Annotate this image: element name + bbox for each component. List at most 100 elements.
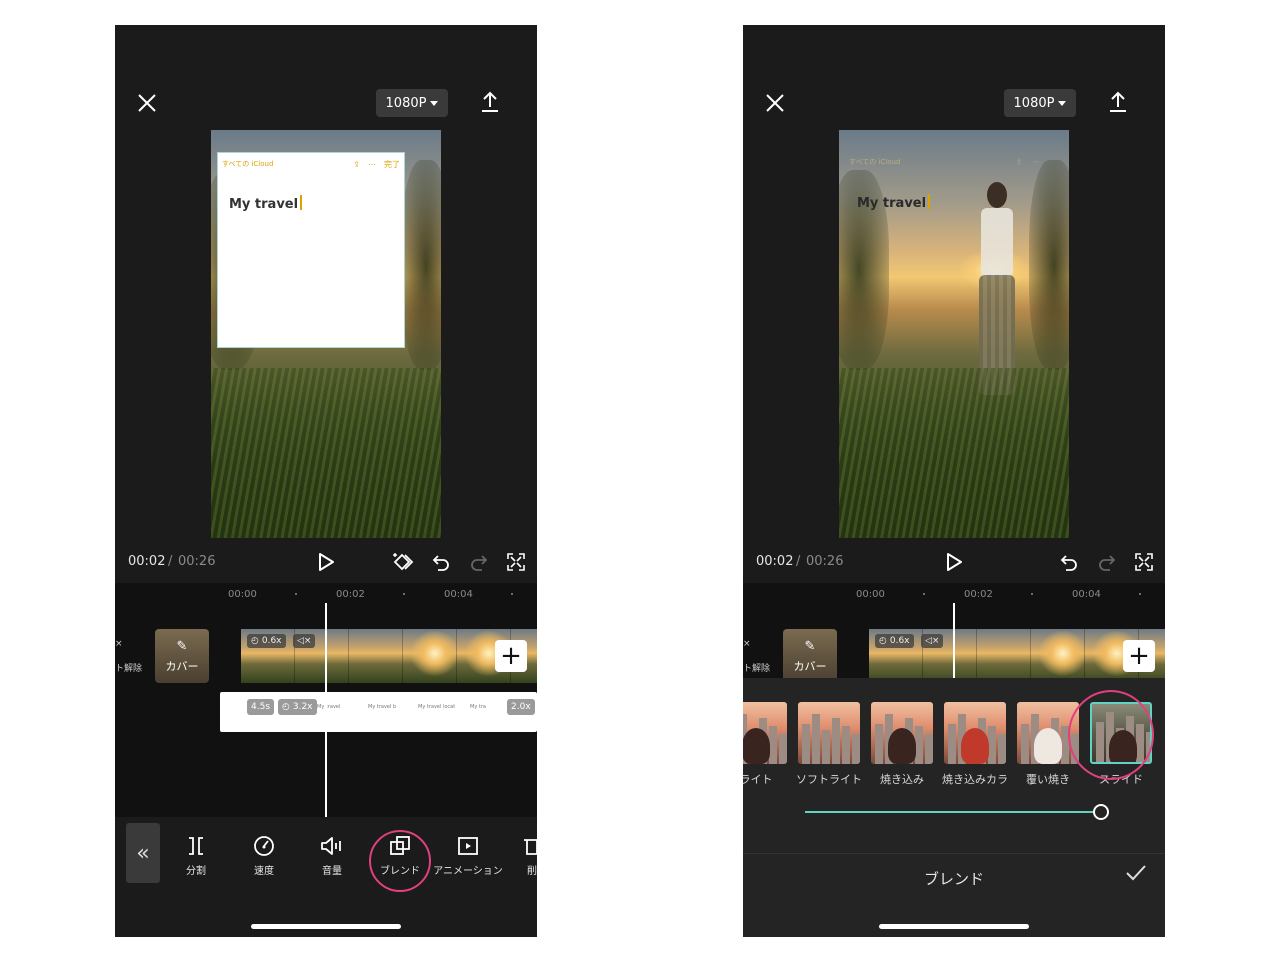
tool-speed[interactable]: 速度 bbox=[229, 833, 299, 877]
total-time: 00:26 bbox=[806, 554, 844, 569]
play-button[interactable] bbox=[943, 551, 965, 573]
resolution-label: 1080P bbox=[1013, 95, 1055, 111]
blend-option[interactable]: ソフトライト bbox=[796, 702, 862, 787]
blend-thumbnail bbox=[871, 702, 933, 764]
highlight-circle-blend bbox=[369, 830, 431, 892]
speed-gauge-icon: ◴ bbox=[879, 636, 887, 646]
resolution-selector[interactable]: 1080P bbox=[1004, 89, 1076, 117]
share-icon: ⇪ bbox=[353, 159, 360, 169]
fullscreen-button[interactable] bbox=[1133, 551, 1155, 573]
playback-bar: 00:02 / 00:26 bbox=[743, 551, 1165, 575]
clip-frame bbox=[349, 629, 403, 683]
muted-speaker-icon: ◁× bbox=[921, 634, 944, 648]
muted-speaker-icon: ◁× bbox=[293, 634, 316, 648]
cover-label: カバー bbox=[165, 659, 199, 673]
mute-clip-label[interactable]: ト解除 bbox=[743, 661, 770, 674]
more-icon: ⋯ bbox=[368, 159, 376, 169]
clip-speed-value: 0.6x bbox=[889, 636, 910, 646]
ruler-label: 00:02 bbox=[336, 589, 365, 600]
blend-option[interactable]: 焼き込みカラ bbox=[942, 702, 1008, 787]
ruler-tick bbox=[1139, 593, 1141, 595]
mute-clip-label[interactable]: ト解除 bbox=[115, 661, 142, 674]
add-clip-button[interactable]: + bbox=[495, 640, 527, 672]
overlay-frame-text: My travel bbox=[317, 704, 341, 710]
keyframe-button[interactable] bbox=[391, 551, 415, 573]
blend-option-label: 焼き込み bbox=[880, 773, 924, 786]
cover-button[interactable]: ✎ カバー bbox=[783, 629, 837, 683]
split-icon bbox=[189, 837, 203, 855]
blend-option[interactable]: 焼き込み bbox=[871, 702, 933, 787]
blended-notes-text[interactable]: My travel bbox=[857, 194, 930, 211]
overlay-frame-text: My travel b bbox=[368, 704, 397, 710]
undo-button[interactable] bbox=[1058, 551, 1080, 573]
redo-button[interactable] bbox=[468, 551, 490, 573]
export-icon bbox=[482, 91, 498, 112]
mute-clip-x[interactable]: × bbox=[743, 639, 751, 649]
ruler-label: 00:00 bbox=[228, 589, 257, 600]
video-preview[interactable]: すべての iCloud ⇪ ⋯ 完了 My travel bbox=[211, 130, 441, 538]
speed-gauge-icon: ◴ bbox=[282, 702, 290, 712]
chevron-down-icon bbox=[1058, 100, 1067, 106]
overlay-speed-value: 3.2x bbox=[292, 702, 313, 712]
ruler-tick bbox=[923, 593, 925, 595]
panel-title: ブレンド bbox=[923, 870, 984, 888]
fullscreen-button[interactable] bbox=[505, 551, 527, 573]
person-silhouette bbox=[969, 170, 1027, 400]
tool-delete[interactable]: 削 bbox=[497, 833, 537, 877]
notes-done-label: 完了 bbox=[384, 159, 400, 169]
clip-frame bbox=[977, 629, 1031, 678]
export-icon bbox=[1110, 91, 1126, 112]
tool-volume[interactable]: 音量 bbox=[297, 833, 367, 877]
close-button[interactable] bbox=[763, 91, 787, 115]
blend-thumbnail bbox=[944, 702, 1006, 764]
export-button[interactable] bbox=[478, 89, 502, 115]
add-clip-button[interactable]: + bbox=[1123, 640, 1155, 672]
edit-toolbar: « 分割 速度 音量 ブレンド アニメーション 削 bbox=[115, 817, 537, 937]
blend-opacity-slider[interactable] bbox=[805, 811, 1101, 813]
cover-button[interactable]: ✎ カバー bbox=[155, 629, 209, 683]
share-icon: ⇪ bbox=[1016, 158, 1022, 166]
main-video-clip[interactable]: ◴ 0.6x ◁× bbox=[241, 629, 537, 683]
main-video-clip[interactable]: ◴ 0.6x ◁× bbox=[869, 629, 1165, 678]
export-button[interactable] bbox=[1106, 89, 1130, 115]
time-separator: / bbox=[796, 554, 801, 569]
mute-clip-x[interactable]: × bbox=[115, 639, 123, 649]
blend-option-label: ソフトライト bbox=[796, 773, 862, 786]
trash-icon bbox=[524, 839, 537, 855]
blend-panel-footer: ブレンド bbox=[743, 853, 1165, 903]
playhead[interactable] bbox=[325, 603, 327, 817]
fullscreen-icon bbox=[1135, 553, 1153, 571]
overlay-duration-badge: 4.5s bbox=[247, 699, 275, 715]
home-indicator bbox=[251, 924, 401, 929]
video-preview[interactable]: すべての iCloud ⇪ ⋯ My travel bbox=[839, 130, 1069, 538]
overlay-clip-track[interactable]: 4.5s ◴ 3.2x My travel My travel b My tra… bbox=[220, 692, 537, 732]
notes-body-text: My travel bbox=[229, 195, 302, 212]
undo-icon bbox=[432, 555, 449, 571]
notes-overlay-clip[interactable]: すべての iCloud ⇪ ⋯ 完了 My travel bbox=[217, 152, 405, 348]
overlay-speed-badge: ◴ 3.2x bbox=[278, 699, 317, 715]
editor-screen-right: 1080P すべての iCloud ⇪ ⋯ My travel 00:02 / … bbox=[743, 25, 1165, 937]
playhead[interactable] bbox=[953, 603, 955, 678]
clip-frame bbox=[403, 629, 457, 683]
tool-label: 削 bbox=[527, 866, 537, 877]
ruler-tick bbox=[511, 593, 513, 595]
blend-option-label: ライト bbox=[743, 773, 773, 786]
tool-split[interactable]: 分割 bbox=[161, 833, 231, 877]
home-indicator bbox=[879, 924, 1029, 929]
blended-notes-toolbar: すべての iCloud ⇪ ⋯ bbox=[849, 156, 1039, 168]
blend-opacity-slider-knob[interactable] bbox=[1093, 804, 1109, 820]
play-icon bbox=[947, 553, 962, 571]
close-button[interactable] bbox=[135, 91, 159, 115]
play-button[interactable] bbox=[315, 551, 337, 573]
tool-animation[interactable]: アニメーション bbox=[433, 833, 503, 877]
undo-button[interactable] bbox=[430, 551, 452, 573]
blend-panel: ライト ソフトライト 焼き込み 焼き込みカラ 覆い焼き スライド ブレンド bbox=[743, 678, 1165, 937]
confirm-button[interactable] bbox=[1125, 864, 1147, 886]
collapse-toolbar-button[interactable]: « bbox=[126, 823, 160, 883]
notes-toolbar: すべての iCloud ⇪ ⋯ 完了 bbox=[218, 157, 404, 171]
resolution-selector[interactable]: 1080P bbox=[376, 89, 448, 117]
ruler-label: 00:02 bbox=[964, 589, 993, 600]
redo-button[interactable] bbox=[1096, 551, 1118, 573]
blend-option[interactable]: ライト bbox=[743, 702, 787, 787]
ruler-tick bbox=[1031, 593, 1033, 595]
